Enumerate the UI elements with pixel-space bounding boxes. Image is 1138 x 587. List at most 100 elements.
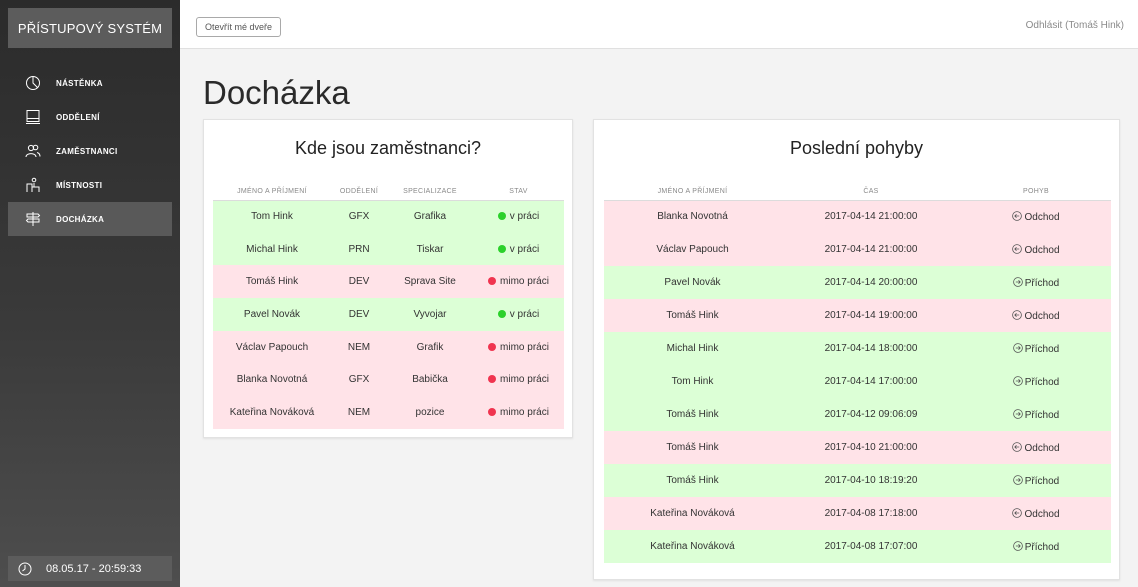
employee-dept: PRN [348,243,370,255]
movement-type: Příchod [961,332,1111,365]
sidebar-item-label: DOCHÁZKA [56,214,105,224]
movement-label: Příchod [1024,409,1060,421]
movement-name: Kateřina Nováková [650,508,735,519]
table-row: Michal Hink PRN Tiskar v práci [213,232,564,266]
sidebar-item-nastenka[interactable]: NÁSTĚNKA [8,66,172,100]
movement-name: Tom Hink [671,376,714,387]
table-row: Blanka Novotná 2017-04-14 21:00:00 Odchod [604,200,1111,233]
table-row: Kateřina Nováková NEM pozice mimo práci [213,396,564,429]
clock-icon [18,562,32,576]
employee-name: Michal Hink [246,243,298,255]
movement-time: 2017-04-12 09:06:09 [824,409,918,420]
movement-type: Odchod [961,431,1111,464]
status-dot-icon [497,309,506,318]
movement-label: Odchod [1024,244,1060,256]
col-header-status: STAV [473,184,564,201]
movements-table: JMÉNO A PŘÍJMENÍ ČAS POHYB Blanka Novotn… [604,184,1111,563]
employee-dept: DEV [348,276,370,288]
employee-dept: GFX [348,374,370,386]
movements-card: Poslední pohyby JMÉNO A PŘÍJMENÍ ČAS POH… [593,119,1120,580]
movements-title: Poslední pohyby [789,138,924,158]
movement-name: Tomáš Hink [666,442,719,453]
sidebar-item-label: ZAMĚSTNANCI [56,146,118,156]
rooms-icon [24,176,42,194]
departure-arrow-icon [1012,243,1023,254]
movement-label: Příchod [1024,541,1060,553]
employee-status: mimo práci [473,265,564,298]
movement-time: 2017-04-10 18:19:20 [824,475,918,486]
movement-name: Michal Hink [666,343,719,354]
movement-label: Příchod [1024,277,1060,289]
col-header-name: JMÉNO A PŘÍJMENÍ [213,184,331,201]
clock: 08.05.17 - 20:59:33 [8,556,172,581]
employee-spec: Vyvojar [413,308,447,320]
status-dot-icon [488,375,497,384]
employees-table: JMÉNO A PŘÍJMENÍ ODDĚLENÍ SPECIALIZACE S… [213,184,564,429]
movement-name: Tomáš Hink [666,310,719,321]
movement-time: 2017-04-14 21:00:00 [824,244,918,255]
brand-title[interactable]: PŘÍSTUPOVÝ SYSTÉM [8,8,172,48]
movement-name: Václav Papouch [656,244,729,255]
movement-time: 2017-04-08 17:18:00 [824,508,918,519]
movement-label: Odchod [1024,310,1060,322]
arrival-arrow-icon [1012,375,1023,386]
col-header-dept: ODDĚLENÍ [331,184,387,201]
movement-time: 2017-04-14 21:00:00 [824,211,918,223]
sidebar-item-oddeleni[interactable]: ODDĚLENÍ [8,100,172,134]
employee-status: v práci [473,233,564,266]
movement-label: Odchod [1024,508,1060,520]
movement-name: Tomáš Hink [666,475,719,486]
movement-time: 2017-04-14 18:00:00 [824,343,918,354]
departure-arrow-icon [1012,309,1023,320]
status-label: mimo práci [500,374,549,386]
col-header-time: ČAS [781,184,961,201]
sidebar-item-label: ODDĚLENÍ [56,112,100,122]
table-row: Tomáš Hink 2017-04-10 18:19:20 Příchod [604,464,1111,497]
employee-dept: NEM [347,406,371,418]
status-label: mimo práci [500,406,549,418]
departure-arrow-icon [1012,210,1023,221]
table-row: Kateřina Nováková 2017-04-08 17:07:00 Příc… [604,530,1111,563]
col-header-name: JMÉNO A PŘÍJMENÍ [604,184,781,201]
employee-status: v práci [473,200,564,233]
movement-time: 2017-04-08 17:07:00 [824,541,918,552]
movement-name: Blanka Novotná [657,211,728,223]
status-label: v práci [509,211,540,223]
page-title: Docházka [203,74,350,111]
sidebar-item-dochazka[interactable]: DOCHÁZKA [8,202,172,236]
arrival-arrow-icon [1012,276,1023,287]
signpost-icon [24,210,42,228]
movement-label: Příchod [1024,343,1060,355]
employee-name: Tom Hink [251,211,293,223]
movement-label: Příchod [1024,376,1060,388]
sidebar-nav: NÁSTĚNKA ODDĚLENÍ ZAMĚSTNANCI MÍSTNOSTI … [8,66,172,236]
employee-status: mimo práci [473,331,564,364]
sidebar-item-zamestnanci[interactable]: ZAMĚSTNANCI [8,134,172,168]
pie-chart-icon [24,74,42,92]
employee-status: mimo práci [473,396,564,429]
arrival-arrow-icon [1012,540,1023,551]
movement-name: Pavel Novák [664,277,721,288]
employee-spec: Grafika [413,211,447,223]
arrival-arrow-icon [1012,474,1023,485]
table-row: Blanka Novotná GFX Babička mimo práci [213,363,564,397]
employees-title: Kde jsou zaměstnanci? [294,138,482,158]
table-row: Kateřina Nováková 2017-04-08 17:18:00 Odch… [604,497,1111,530]
logout-link[interactable]: Odhlásit (Tomáš Hink) [1026,20,1124,31]
employee-dept: GFX [348,211,370,223]
open-door-button[interactable]: Otevřít mé dveře [196,17,282,37]
employee-spec: Sprava Site [404,276,456,288]
clock-value: 08.05.17 - 20:59:33 [46,562,142,575]
employee-name: Kateřina Nováková [229,406,315,418]
employee-name: Pavel Novák [243,308,301,320]
movement-name: Kateřina Nováková [650,541,735,552]
movement-time: 2017-04-14 19:00:00 [824,310,918,321]
sidebar: PŘÍSTUPOVÝ SYSTÉM NÁSTĚNKA ODDĚLENÍ ZAMĚ… [0,0,180,587]
table-row: Tomáš Hink 2017-04-14 19:00:00 Odchod [604,299,1111,332]
movement-label: Odchod [1024,211,1060,223]
movement-type: Příchod [961,530,1111,563]
sidebar-item-mistnosti[interactable]: MÍSTNOSTI [8,168,172,202]
departure-arrow-icon [1012,507,1023,518]
status-dot-icon [488,407,497,416]
table-row: Pavel Novák DEV Vyvojar v práci [213,298,564,331]
